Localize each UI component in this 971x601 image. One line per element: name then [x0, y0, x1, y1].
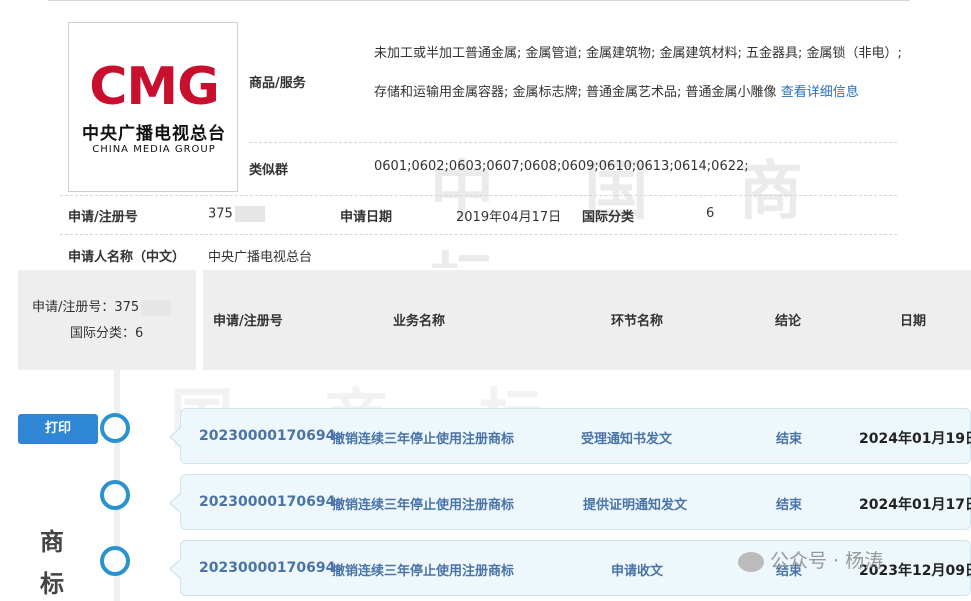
wechat-icon [738, 551, 764, 572]
row-step: 受理通知书发文 [581, 432, 673, 447]
logo-mark: CMG [89, 57, 220, 117]
flow-row[interactable]: 20230000170694 撤销连续三年停止使用注册商标 受理通知书发文 结束… [169, 408, 971, 464]
trademark-info-panel: 中 国 商 标 CMG 中央广播电视总台 CHINA MEDIA GROUP 商… [0, 0, 971, 321]
row-number: 20230000170694 [199, 494, 336, 510]
view-details-link[interactable]: 查看详细信息 [781, 85, 859, 100]
row-pointer-fill [171, 559, 182, 579]
row-step: 提供证明通知发文 [583, 498, 688, 513]
divider [60, 195, 897, 196]
flow-summary: 申请/注册号：375 国际分类：6 [18, 270, 196, 370]
redaction-block [141, 299, 172, 316]
wechat-watermark: 公众号 · 杨涛 [738, 546, 883, 573]
similar-group-value: 0601;0602;0603;0607;0608;0609;0610;0613;… [374, 159, 749, 174]
goods-services: 未加工或半加工普通金属; 金属管道; 金属建筑物; 金属建筑材料; 五金器具; … [374, 34, 904, 112]
intl-class-label: 国际分类 [582, 210, 635, 225]
side-char: 标 [40, 570, 64, 598]
reg-number-text: 375 [208, 206, 233, 222]
wechat-account: 公众号 · 杨涛 [770, 550, 884, 572]
application-date-label: 申请日期 [340, 210, 393, 225]
row-step: 申请收文 [611, 564, 664, 579]
reg-number-label: 申请/注册号 [68, 210, 138, 225]
intl-class-value: 6 [706, 206, 715, 221]
col-business-name: 业务名称 [393, 314, 446, 329]
row-business: 撤销连续三年停止使用注册商标 [332, 432, 515, 447]
row-date: 2024年01月19日 [859, 431, 971, 447]
reg-number-value: 375 [208, 206, 265, 222]
row-business: 撤销连续三年停止使用注册商标 [332, 498, 515, 513]
row-pointer-fill [171, 427, 182, 447]
timeline-node [100, 480, 130, 510]
row-pointer-fill [171, 493, 182, 513]
applicant-label: 申请人名称（中文） [68, 250, 186, 265]
timeline-node [100, 546, 130, 576]
row-business: 撤销连续三年停止使用注册商标 [332, 564, 515, 579]
flow-summary-reg: 申请/注册号：375 [32, 296, 172, 316]
row-number: 20230000170694 [199, 428, 336, 444]
col-date: 日期 [900, 314, 927, 329]
flow-row[interactable]: 20230000170694 撤销连续三年停止使用注册商标 提供证明通知发文 结… [169, 474, 971, 530]
divider [249, 142, 897, 143]
top-divider [48, 0, 910, 1]
row-date: 2024年01月17日 [859, 497, 971, 513]
row-number: 20230000170694 [199, 560, 336, 576]
application-date-value: 2019年04月17日 [456, 210, 562, 225]
col-step-name: 环节名称 [611, 314, 664, 329]
flow-summary-class: 国际分类：6 [70, 326, 144, 341]
goods-label: 商品/服务 [249, 76, 306, 91]
divider [60, 234, 897, 235]
flow-summary-reg-text: 申请/注册号：375 [32, 300, 140, 315]
row-result: 结束 [776, 432, 803, 447]
side-char: 商 [40, 528, 64, 556]
col-reg-number: 申请/注册号 [213, 314, 283, 329]
flow-table-header: 申请/注册号 业务名称 环节名称 结论 日期 [203, 270, 971, 370]
logo-chinese-name: 中央广播电视总台 [82, 124, 226, 144]
logo-english-name: CHINA MEDIA GROUP [92, 144, 216, 155]
row-result: 结束 [776, 498, 803, 513]
print-button[interactable]: 打印 [18, 414, 98, 444]
col-result: 结论 [775, 314, 802, 329]
applicant-value: 中央广播电视总台 [208, 250, 313, 265]
redaction-block [234, 206, 265, 222]
similar-group-label: 类似群 [249, 163, 289, 178]
timeline-node [100, 413, 130, 443]
trademark-logo: CMG 中央广播电视总台 CHINA MEDIA GROUP [68, 22, 238, 192]
